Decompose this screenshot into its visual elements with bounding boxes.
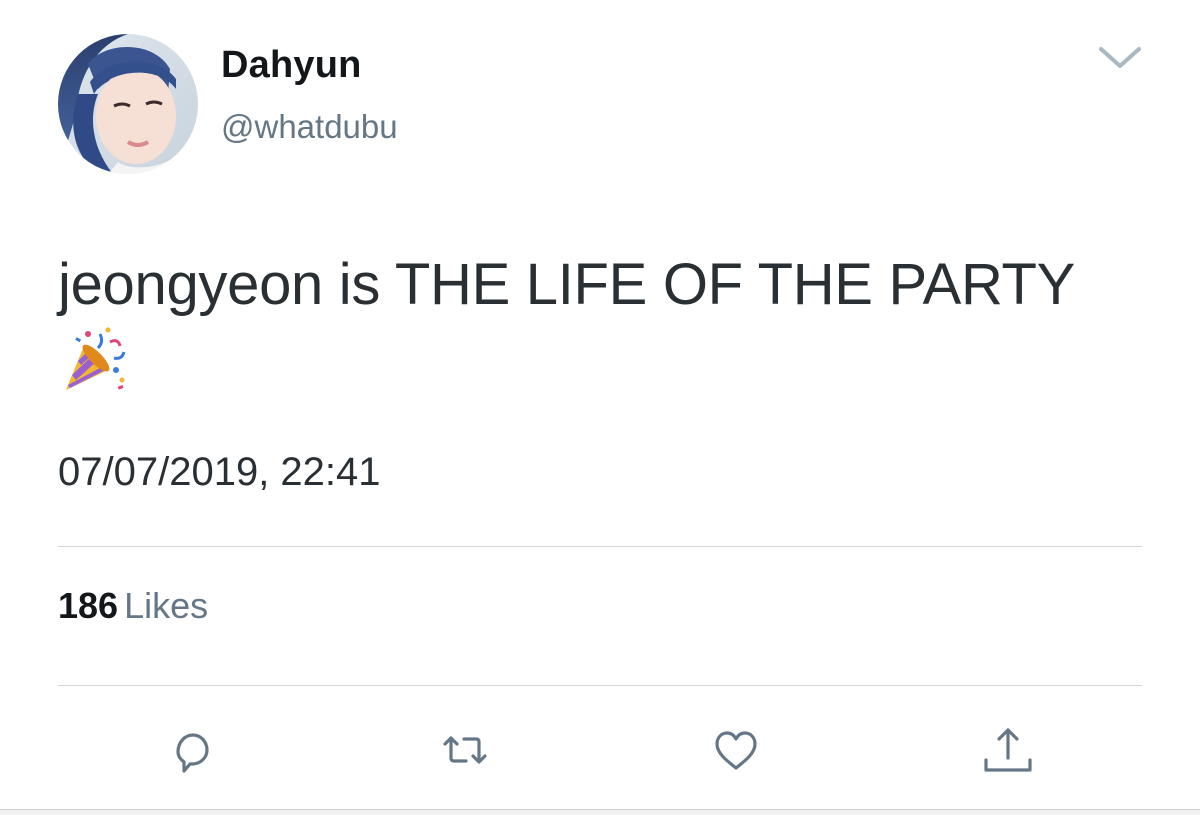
reply-icon — [176, 733, 209, 773]
heart-icon — [715, 731, 757, 770]
party-popper-icon — [58, 324, 130, 396]
tweet-text: jeongyeon is THE LIFE OF THE PARTY — [58, 252, 1076, 317]
tweet-card: Dahyun @whatdubu jeongyeon is THE LIFE O… — [0, 0, 1200, 815]
likes-stat[interactable]: 186 Likes — [58, 585, 208, 627]
divider — [58, 685, 1142, 686]
likes-label: Likes — [124, 585, 209, 626]
reply-button[interactable] — [164, 722, 220, 778]
divider — [58, 546, 1142, 547]
avatar[interactable] — [58, 34, 198, 174]
retweet-button[interactable] — [437, 722, 493, 778]
avatar-image — [58, 34, 198, 174]
share-icon — [984, 728, 1032, 772]
chevron-down-icon[interactable] — [1097, 44, 1143, 72]
tweet-body: jeongyeon is THE LIFE OF THE PARTY — [58, 252, 1158, 396]
share-button[interactable] — [980, 722, 1036, 778]
likes-count: 186 — [58, 585, 119, 626]
user-handle[interactable]: @whatdubu — [221, 108, 398, 146]
bottom-edge — [0, 809, 1200, 815]
display-name[interactable]: Dahyun — [221, 44, 362, 87]
tweet-timestamp[interactable]: 07/07/2019, 22:41 — [58, 450, 381, 495]
like-button[interactable] — [708, 722, 764, 778]
retweet-icon — [443, 736, 487, 764]
